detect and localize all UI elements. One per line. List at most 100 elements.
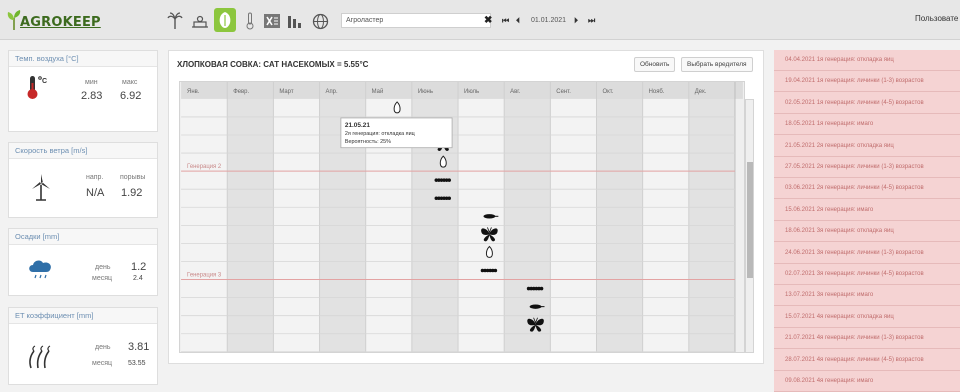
temperature-card: Темп. воздуха [°C] C мин макс 2.83 6.92 bbox=[8, 50, 158, 132]
user-menu[interactable]: Пользовате bbox=[915, 14, 958, 23]
day-label: день bbox=[95, 344, 111, 351]
tooltip-date: 21.05.21 bbox=[345, 122, 370, 129]
weather-station-icon[interactable] bbox=[190, 11, 210, 31]
temp-max-value: 6.92 bbox=[120, 90, 142, 102]
precipitation-card: Осадки [mm] день месяц 1.2 2.4 bbox=[8, 228, 158, 296]
month-column bbox=[596, 82, 643, 352]
month-label: Дек. bbox=[695, 89, 707, 95]
month-label: Янв. bbox=[187, 89, 200, 95]
month-label: Авг. bbox=[510, 89, 521, 95]
direction-label: напр. bbox=[86, 174, 104, 181]
pest-model-panel: ХЛОПКОВАЯ СОВКА: САТ НАСЕКОМЫХ = 5.55°C … bbox=[168, 50, 764, 364]
select-pest-button[interactable]: Выбрать вредителя bbox=[681, 57, 753, 72]
generation-label: Генерация 2 bbox=[187, 164, 221, 170]
et-month-value: 53.55 bbox=[128, 360, 146, 367]
logo-text: AGROKEEP bbox=[20, 15, 101, 30]
month-label: Февр. bbox=[233, 89, 249, 95]
alert-item[interactable]: 02.07.2021 3я генерация: личинки (4-5) в… bbox=[774, 264, 960, 285]
last-date-button[interactable]: ⏭ bbox=[588, 13, 595, 28]
month-label: месяц bbox=[92, 360, 113, 367]
next-date-button[interactable]: ⏵ bbox=[574, 13, 578, 28]
month-label: месяц bbox=[92, 275, 113, 282]
alert-item[interactable]: 18.06.2021 3я генерация: откладка яиц bbox=[774, 221, 960, 243]
month-label: Июнь bbox=[418, 89, 433, 95]
month-column bbox=[227, 82, 274, 352]
bar-chart-icon[interactable] bbox=[285, 11, 305, 31]
palm-icon[interactable] bbox=[165, 11, 185, 31]
thermometer-icon: C bbox=[27, 76, 47, 99]
rain-cloud-icon bbox=[29, 260, 51, 279]
chart-scrollbar[interactable] bbox=[745, 99, 754, 353]
thermometer-icon[interactable] bbox=[240, 11, 260, 31]
et-card: ET коэффициент [mm] день месяц 3.81 53.5… bbox=[8, 307, 158, 385]
first-date-button[interactable]: ⏮ bbox=[502, 13, 509, 28]
larva-segment bbox=[447, 196, 452, 201]
month-column bbox=[642, 82, 689, 352]
wind-direction-value: N/A bbox=[86, 187, 105, 199]
wind-turbine-icon bbox=[32, 174, 50, 201]
month-label: Окт. bbox=[602, 89, 613, 95]
larva-segment bbox=[447, 178, 452, 182]
pest-generation-chart: Янв. Февр. Март Апр. Май Июнь Июль Авг. Сент. Окт… bbox=[179, 81, 745, 353]
scrollbar-thumb[interactable] bbox=[747, 162, 753, 278]
alert-item[interactable]: 21.05.2021 2я генерация: откладка яиц bbox=[774, 136, 960, 157]
month-column bbox=[504, 82, 551, 352]
station-select[interactable]: Агроластер bbox=[341, 13, 491, 28]
alert-item[interactable]: 13.07.2021 3я генерация: имаго bbox=[774, 285, 960, 307]
card-title: ET коэффициент [mm] bbox=[9, 308, 157, 324]
month-column bbox=[550, 82, 597, 352]
alert-item[interactable]: 02.05.2021 1я генерация: личинки (4-5) в… bbox=[774, 93, 960, 114]
month-column bbox=[273, 82, 320, 352]
globe-icon[interactable] bbox=[310, 11, 330, 31]
rain-month-value: 2.4 bbox=[133, 275, 143, 282]
alert-item[interactable]: 04.04.2021 1я генерация: откладка яиц bbox=[774, 50, 960, 71]
alert-item[interactable]: 09.08.2021 4я генерация: имаго bbox=[774, 371, 960, 392]
card-title: Темп. воздуха [°C] bbox=[9, 51, 157, 67]
alert-item[interactable]: 21.07.2021 4я генерация: личинки (1-3) в… bbox=[774, 328, 960, 350]
month-label: Нояб. bbox=[649, 89, 665, 95]
month-column bbox=[458, 82, 505, 352]
tooltip-probability: Вероятность: 25% bbox=[345, 139, 391, 145]
plant-evaporation-icon bbox=[29, 345, 51, 369]
svg-text:C: C bbox=[42, 78, 47, 85]
generation-label: Генерация 3 bbox=[187, 273, 222, 279]
alert-item[interactable]: 15.07.2021 4я генерация: откладка яиц bbox=[774, 307, 960, 328]
month-label: Сент. bbox=[556, 89, 571, 95]
larva-segment bbox=[539, 286, 544, 291]
crop-protection-icon[interactable] bbox=[214, 8, 236, 32]
tooltip-stage: 2я генерация: откладка яиц bbox=[345, 131, 415, 137]
wind-gust-value: 1.92 bbox=[121, 187, 143, 199]
excel-icon[interactable] bbox=[262, 11, 282, 31]
top-toolbar: AGROKEEP Агроластер ✖ ⏮ ⏴ 01.01.2021 ⏵ ⏭… bbox=[0, 0, 960, 40]
prev-date-button[interactable]: ⏴ bbox=[516, 13, 520, 28]
alerts-list: 04.04.2021 1я генерация: откладка яиц 19.… bbox=[774, 50, 960, 392]
alert-item[interactable]: 15.06.2021 2я генерация: имаго bbox=[774, 200, 960, 221]
pupa-body bbox=[529, 304, 542, 309]
et-day-value: 3.81 bbox=[128, 341, 150, 353]
day-label: день bbox=[95, 264, 111, 271]
date-field[interactable]: 01.01.2021 bbox=[531, 13, 569, 28]
rain-day-value: 1.2 bbox=[131, 261, 147, 273]
month-column bbox=[688, 82, 735, 352]
alert-item[interactable]: 24.06.2021 3я генерация: личинки (1-3) в… bbox=[774, 243, 960, 264]
refresh-button[interactable]: Обновить bbox=[634, 57, 676, 72]
alert-item[interactable]: 28.07.2021 4я генерация: личинки (4-5) в… bbox=[774, 350, 960, 371]
alert-item[interactable]: 19.04.2021 1я генерация: личинки (1-3) в… bbox=[774, 71, 960, 93]
gust-label: порывы bbox=[120, 174, 146, 181]
min-label: мин bbox=[85, 79, 98, 86]
month-label: Апр. bbox=[326, 89, 338, 95]
alert-item[interactable]: 03.06.2021 2я генерация: личинки (4-5) в… bbox=[774, 178, 960, 200]
agrokeep-logo[interactable]: AGROKEEP bbox=[6, 9, 101, 31]
alert-item[interactable]: 18.05.2021 1я генерация: имаго bbox=[774, 114, 960, 136]
pupa-body bbox=[483, 214, 496, 219]
larva-segment bbox=[493, 268, 498, 273]
clear-station-button[interactable]: ✖ bbox=[484, 13, 492, 28]
alert-item[interactable]: 27.05.2021 2я генерация: личинки (1-3) в… bbox=[774, 157, 960, 178]
month-column bbox=[181, 82, 228, 352]
wind-card: Скорость ветра [m/s] напр. порывы N/A 1.… bbox=[8, 142, 158, 218]
max-label: макс bbox=[122, 79, 138, 86]
card-title: Скорость ветра [m/s] bbox=[9, 143, 157, 159]
card-title: Осадки [mm] bbox=[9, 229, 157, 245]
event-tooltip: 21.05.21 2я генерация: откладка яиц Вероят… bbox=[340, 117, 453, 149]
panel-title: ХЛОПКОВАЯ СОВКА: САТ НАСЕКОМЫХ = 5.55°C bbox=[177, 60, 369, 69]
